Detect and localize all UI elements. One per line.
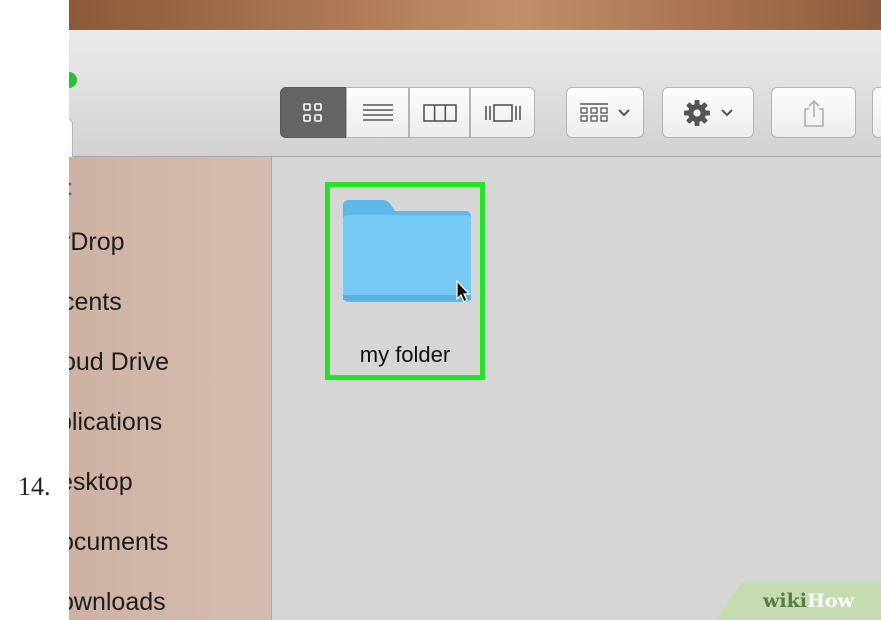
sidebar-section-header: :: [69, 175, 73, 201]
file-browser: my folder: [272, 157, 881, 620]
zoom-window-button[interactable]: [69, 72, 77, 88]
folder-item[interactable]: my folder: [325, 182, 485, 380]
folder-name: my folder: [359, 342, 451, 367]
share-button[interactable]: [771, 87, 856, 138]
chevron-down-icon: [721, 108, 733, 116]
sidebar: : rDrop cents oud Drive plications eskto…: [69, 157, 272, 620]
step-number: 14.: [18, 472, 51, 501]
sidebar-item-airdrop[interactable]: rDrop: [69, 228, 125, 257]
list-view-button[interactable]: [346, 87, 409, 138]
gear-icon: [684, 99, 710, 126]
column-view-button[interactable]: [409, 87, 470, 138]
sidebar-item-desktop[interactable]: esktop: [69, 468, 133, 497]
folder-icon: [343, 200, 471, 303]
sidebar-item-downloads[interactable]: ownloads: [69, 588, 166, 617]
share-icon: [803, 99, 824, 127]
list-icon: [362, 103, 393, 121]
action-button[interactable]: [662, 87, 754, 138]
sidebar-item-applications[interactable]: plications: [69, 408, 162, 437]
wikihow-watermark: wikiHow: [763, 590, 854, 612]
toolbar-overflow-button[interactable]: [872, 87, 881, 138]
columns-icon: [422, 103, 457, 122]
grid-icon: [303, 102, 322, 122]
icon-view-button[interactable]: [280, 87, 346, 138]
sidebar-item-recents[interactable]: cents: [69, 288, 122, 317]
finder-screenshot: : rDrop cents oud Drive plications eskto…: [69, 0, 881, 620]
chevron-down-icon: [618, 108, 630, 116]
gallery-view-button[interactable]: [470, 87, 535, 138]
sidebar-item-documents[interactable]: ocuments: [69, 528, 168, 557]
group-icon: [580, 102, 608, 122]
sidebar-item-icloud-drive[interactable]: oud Drive: [69, 348, 169, 377]
group-by-button[interactable]: [566, 87, 644, 138]
desktop-background: [69, 0, 881, 30]
cover-flow-icon: [484, 103, 521, 122]
